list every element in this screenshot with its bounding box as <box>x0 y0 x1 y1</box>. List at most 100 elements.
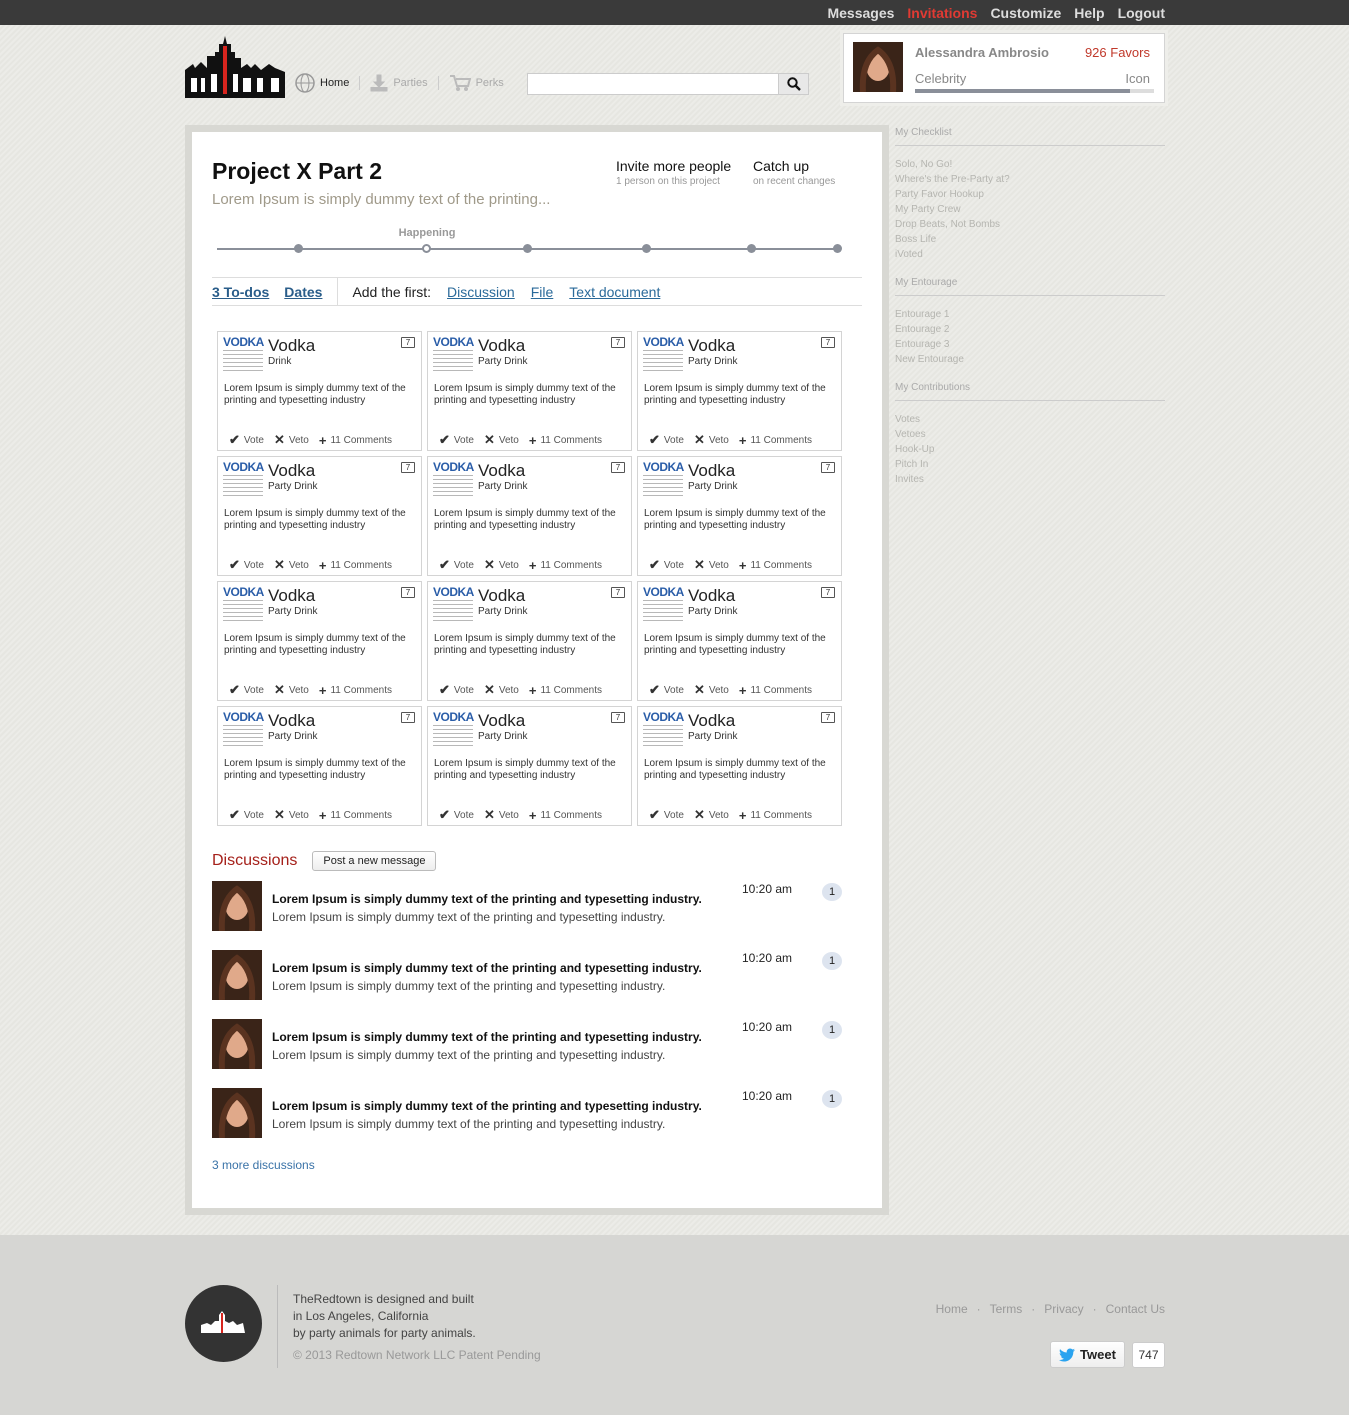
vote-button[interactable]: ✔ Vote <box>439 807 474 823</box>
sidebar-item[interactable]: iVoted <box>895 247 1165 262</box>
discussion-row[interactable]: Lorem Ipsum is simply dummy text of the … <box>212 1088 842 1138</box>
footer-logo[interactable] <box>185 1285 262 1362</box>
vote-button[interactable]: ✔ Vote <box>439 432 474 448</box>
item-card[interactable]: VODKA Vodka Party Drink 7 Lorem Ipsum is… <box>427 331 632 451</box>
sidebar-item[interactable]: Entourage 2 <box>895 322 1165 337</box>
comment-bubble-icon[interactable]: 7 <box>821 587 835 598</box>
help-link[interactable]: Help <box>1074 5 1104 21</box>
avatar[interactable] <box>212 1088 262 1138</box>
veto-button[interactable]: ✕ Veto <box>484 807 519 823</box>
card-title[interactable]: Vodka <box>688 711 735 731</box>
comments-button[interactable]: +11 Comments <box>739 807 812 823</box>
veto-button[interactable]: ✕ Veto <box>274 807 309 823</box>
sidebar-item[interactable]: Drop Beats, Not Bombs <box>895 217 1165 232</box>
avatar[interactable] <box>212 950 262 1000</box>
veto-button[interactable]: ✕ Veto <box>694 682 729 698</box>
comments-button[interactable]: +11 Comments <box>529 557 602 573</box>
add-text-document-link[interactable]: Text document <box>569 284 660 300</box>
reply-count-badge[interactable]: 1 <box>822 952 842 970</box>
sidebar-item[interactable]: Hook-Up <box>895 442 1165 457</box>
item-card[interactable]: VODKA Vodka Party Drink 7 Lorem Ipsum is… <box>217 706 422 826</box>
veto-button[interactable]: ✕ Veto <box>274 432 309 448</box>
sidebar-item[interactable]: Boss Life <box>895 232 1165 247</box>
timeline-dot[interactable] <box>642 244 651 253</box>
veto-button[interactable]: ✕ Veto <box>274 682 309 698</box>
customize-link[interactable]: Customize <box>990 5 1061 21</box>
sidebar-item[interactable]: New Entourage <box>895 352 1165 367</box>
comments-button[interactable]: +11 Comments <box>739 432 812 448</box>
sidebar-item[interactable]: My Party Crew <box>895 202 1165 217</box>
comment-bubble-icon[interactable]: 7 <box>611 712 625 723</box>
vote-button[interactable]: ✔ Vote <box>439 682 474 698</box>
vote-button[interactable]: ✔ Vote <box>649 807 684 823</box>
card-title[interactable]: Vodka <box>268 336 315 356</box>
add-file-link[interactable]: File <box>531 284 554 300</box>
vote-button[interactable]: ✔ Vote <box>649 557 684 573</box>
footer-privacy-link[interactable]: Privacy <box>1044 1302 1083 1316</box>
reply-count-badge[interactable]: 1 <box>822 1021 842 1039</box>
timeline-dot[interactable] <box>747 244 756 253</box>
footer-home-link[interactable]: Home <box>936 1302 968 1316</box>
card-title[interactable]: Vodka <box>268 586 315 606</box>
vote-button[interactable]: ✔ Vote <box>439 557 474 573</box>
comment-bubble-icon[interactable]: 7 <box>821 712 835 723</box>
comment-bubble-icon[interactable]: 7 <box>821 337 835 348</box>
comments-button[interactable]: +11 Comments <box>319 807 392 823</box>
sidebar-item[interactable]: Votes <box>895 412 1165 427</box>
comments-button[interactable]: +11 Comments <box>739 682 812 698</box>
more-discussions-link[interactable]: 3 more discussions <box>212 1158 315 1172</box>
sidebar-item[interactable]: Pitch In <box>895 457 1165 472</box>
item-card[interactable]: VODKA Vodka Party Drink 7 Lorem Ipsum is… <box>427 706 632 826</box>
nav-parties[interactable]: Parties <box>360 74 437 92</box>
veto-button[interactable]: ✕ Veto <box>484 682 519 698</box>
discussion-title[interactable]: Lorem Ipsum is simply dummy text of the … <box>272 961 702 975</box>
comments-button[interactable]: +11 Comments <box>529 807 602 823</box>
item-card[interactable]: VODKA Vodka Party Drink 7 Lorem Ipsum is… <box>217 456 422 576</box>
tweet-button[interactable]: Tweet <box>1050 1341 1125 1368</box>
discussion-row[interactable]: Lorem Ipsum is simply dummy text of the … <box>212 881 842 931</box>
card-title[interactable]: Vodka <box>268 711 315 731</box>
comment-bubble-icon[interactable]: 7 <box>401 712 415 723</box>
reply-count-badge[interactable]: 1 <box>822 1090 842 1108</box>
discussion-row[interactable]: Lorem Ipsum is simply dummy text of the … <box>212 950 842 1000</box>
veto-button[interactable]: ✕ Veto <box>484 557 519 573</box>
sidebar-item[interactable]: Entourage 3 <box>895 337 1165 352</box>
item-card[interactable]: VODKA Vodka Party Drink 7 Lorem Ipsum is… <box>427 581 632 701</box>
card-title[interactable]: Vodka <box>478 711 525 731</box>
comments-button[interactable]: +11 Comments <box>739 557 812 573</box>
avatar[interactable] <box>212 1019 262 1069</box>
discussion-title[interactable]: Lorem Ipsum is simply dummy text of the … <box>272 1099 702 1113</box>
comments-button[interactable]: +11 Comments <box>529 682 602 698</box>
sidebar-item[interactable]: Invites <box>895 472 1165 487</box>
comment-bubble-icon[interactable]: 7 <box>401 337 415 348</box>
card-title[interactable]: Vodka <box>268 461 315 481</box>
reply-count-badge[interactable]: 1 <box>822 883 842 901</box>
veto-button[interactable]: ✕ Veto <box>694 807 729 823</box>
veto-button[interactable]: ✕ Veto <box>694 432 729 448</box>
comment-bubble-icon[interactable]: 7 <box>611 587 625 598</box>
veto-button[interactable]: ✕ Veto <box>274 557 309 573</box>
card-title[interactable]: Vodka <box>478 336 525 356</box>
item-card[interactable]: VODKA Vodka Party Drink 7 Lorem Ipsum is… <box>427 456 632 576</box>
timeline-dot[interactable] <box>523 244 532 253</box>
search-button[interactable] <box>778 74 808 94</box>
comments-button[interactable]: +11 Comments <box>319 432 392 448</box>
vote-button[interactable]: ✔ Vote <box>229 807 264 823</box>
card-title[interactable]: Vodka <box>478 461 525 481</box>
discussion-title[interactable]: Lorem Ipsum is simply dummy text of the … <box>272 892 702 906</box>
invite-people[interactable]: Invite more people 1 person on this proj… <box>616 158 731 187</box>
discussion-row[interactable]: Lorem Ipsum is simply dummy text of the … <box>212 1019 842 1069</box>
vote-button[interactable]: ✔ Vote <box>229 682 264 698</box>
catch-up[interactable]: Catch up on recent changes <box>753 158 835 187</box>
card-title[interactable]: Vodka <box>478 586 525 606</box>
comments-button[interactable]: +11 Comments <box>529 432 602 448</box>
vote-button[interactable]: ✔ Vote <box>649 682 684 698</box>
post-message-button[interactable]: Post a new message <box>312 851 437 871</box>
nav-perks[interactable]: Perks <box>439 74 514 92</box>
tab-dates[interactable]: Dates <box>284 284 322 300</box>
timeline-dot[interactable] <box>294 244 303 253</box>
tab-todos[interactable]: 3 To-dos <box>212 284 269 300</box>
sidebar-item[interactable]: Vetoes <box>895 427 1165 442</box>
sidebar-item[interactable]: Party Favor Hookup <box>895 187 1165 202</box>
add-discussion-link[interactable]: Discussion <box>447 284 515 300</box>
